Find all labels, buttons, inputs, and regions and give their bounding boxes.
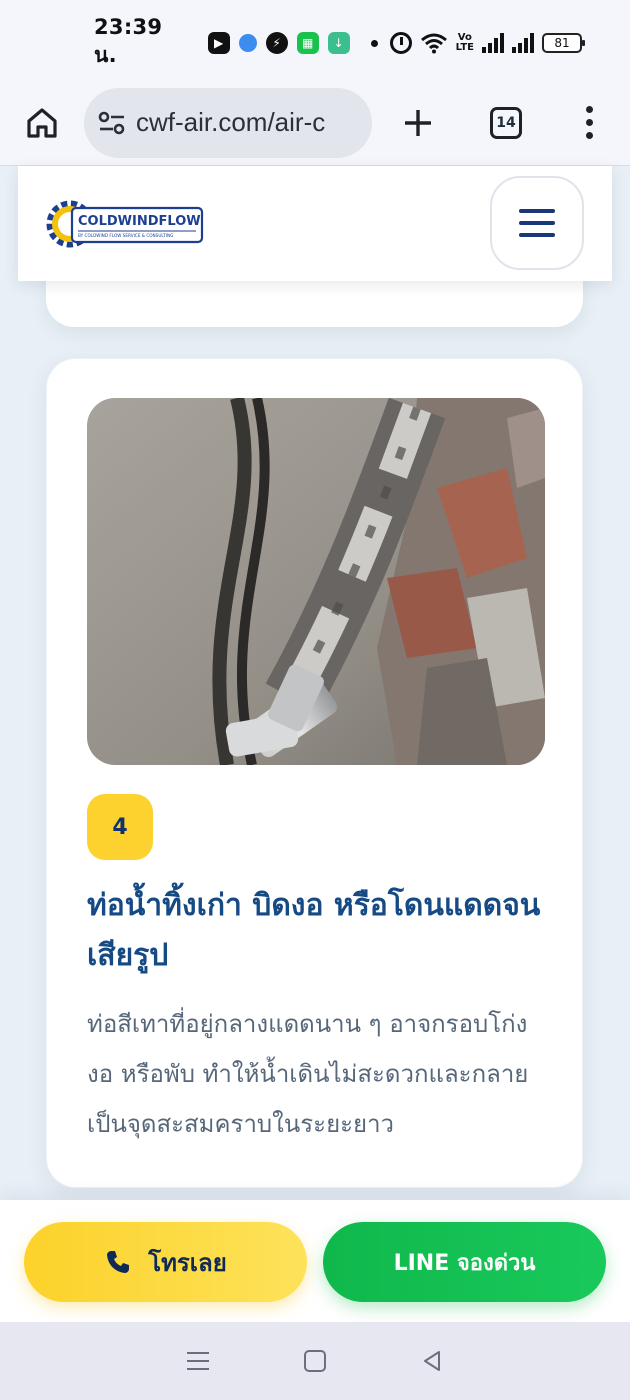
- line-booking-label: LINE จองด่วน: [393, 1250, 536, 1276]
- hamburger-line-icon: [519, 209, 555, 213]
- volte-icon: Vo LTE: [455, 32, 474, 53]
- url-text[interactable]: cwf-air.com/air-c: [136, 107, 325, 138]
- cta-bar: โทรเลย LINE จองด่วน: [0, 1200, 630, 1322]
- signal-icon-2: [512, 33, 534, 53]
- hamburger-line-icon: [519, 221, 555, 225]
- download-icon: ↓: [327, 32, 350, 54]
- browser-menu-button[interactable]: [548, 80, 630, 166]
- menu-dot-icon: [585, 119, 593, 126]
- app-notification-icon: [234, 30, 261, 56]
- wifi-icon: [420, 33, 447, 54]
- menu-dot-icon: [585, 106, 593, 113]
- menu-line-icon: [187, 1360, 210, 1362]
- drain-pipe-photo: [87, 398, 545, 765]
- drain-pipe-image: [87, 398, 545, 765]
- menu-line-icon: [187, 1352, 210, 1354]
- system-icons: Vo LTE 81: [389, 32, 585, 54]
- problem-card: 4 ท่อน้ำทิ้งเก่า บิดงอ หรือโดนแดดจนเสียร…: [46, 358, 583, 1188]
- address-bar[interactable]: cwf-air.com/air-c: [84, 87, 372, 158]
- menu-line-icon: [187, 1368, 210, 1370]
- new-tab-button[interactable]: [372, 80, 464, 166]
- hamburger-menu-button[interactable]: [490, 176, 584, 270]
- hamburger-line-icon: [519, 233, 555, 237]
- site-logo[interactable]: COLDWINDFLOW BY COLDWIND FLOW SERVICE & …: [46, 194, 206, 254]
- logo-tagline: BY COLDWIND FLOW SERVICE & CONSULTING: [78, 233, 173, 238]
- system-nav-bar: [0, 1322, 630, 1400]
- home-icon: [27, 107, 57, 138]
- line-booking-button[interactable]: LINE จองด่วน: [323, 1222, 606, 1302]
- step-number-badge: 4: [87, 794, 153, 860]
- coldwindflow-logo-icon: COLDWINDFLOW BY COLDWIND FLOW SERVICE & …: [46, 200, 204, 248]
- signal-icon-1: [482, 33, 504, 53]
- tab-switcher-button[interactable]: 14: [464, 80, 548, 166]
- recent-apps-button[interactable]: [187, 1352, 210, 1370]
- alarm-icon: [389, 32, 412, 54]
- tab-count-icon: 14: [490, 106, 522, 139]
- site-header: COLDWINDFLOW BY COLDWIND FLOW SERVICE & …: [18, 166, 612, 281]
- notification-icons: ▶ ⚡ ▦ ↓: [207, 30, 390, 56]
- tv-app-icon: ▶: [207, 32, 230, 54]
- system-home-button[interactable]: [303, 1350, 326, 1372]
- battery-icon: 81: [542, 33, 585, 53]
- browser-toolbar: cwf-air.com/air-c 14: [0, 80, 630, 166]
- phone-icon: [107, 1251, 130, 1273]
- logo-text: COLDWINDFLOW: [78, 214, 201, 229]
- plus-icon: [405, 109, 431, 136]
- messenger-icon: ⚡: [265, 32, 288, 54]
- site-settings-icon[interactable]: [98, 111, 126, 135]
- status-bar: 23:39 น. ▶ ⚡ ▦ ↓ Vo LTE 81: [0, 0, 630, 86]
- card-title: ท่อน้ำทิ้งเก่า บิดงอ หรือโดนแดดจนเสียรูป: [87, 888, 541, 973]
- back-button-icon[interactable]: [421, 1349, 443, 1373]
- green-app-icon: ▦: [296, 32, 319, 54]
- menu-dot-icon: [585, 132, 593, 139]
- call-now-button[interactable]: โทรเลย: [24, 1222, 307, 1302]
- status-time: 23:39 น.: [94, 14, 163, 67]
- call-now-label: โทรเลย: [148, 1248, 227, 1277]
- home-button[interactable]: [0, 80, 84, 166]
- more-notifications-dot-icon: [370, 39, 378, 47]
- card-description: ท่อสีเทาที่อยู่กลางแดดนาน ๆ อาจกรอบโก่ง …: [87, 1010, 529, 1138]
